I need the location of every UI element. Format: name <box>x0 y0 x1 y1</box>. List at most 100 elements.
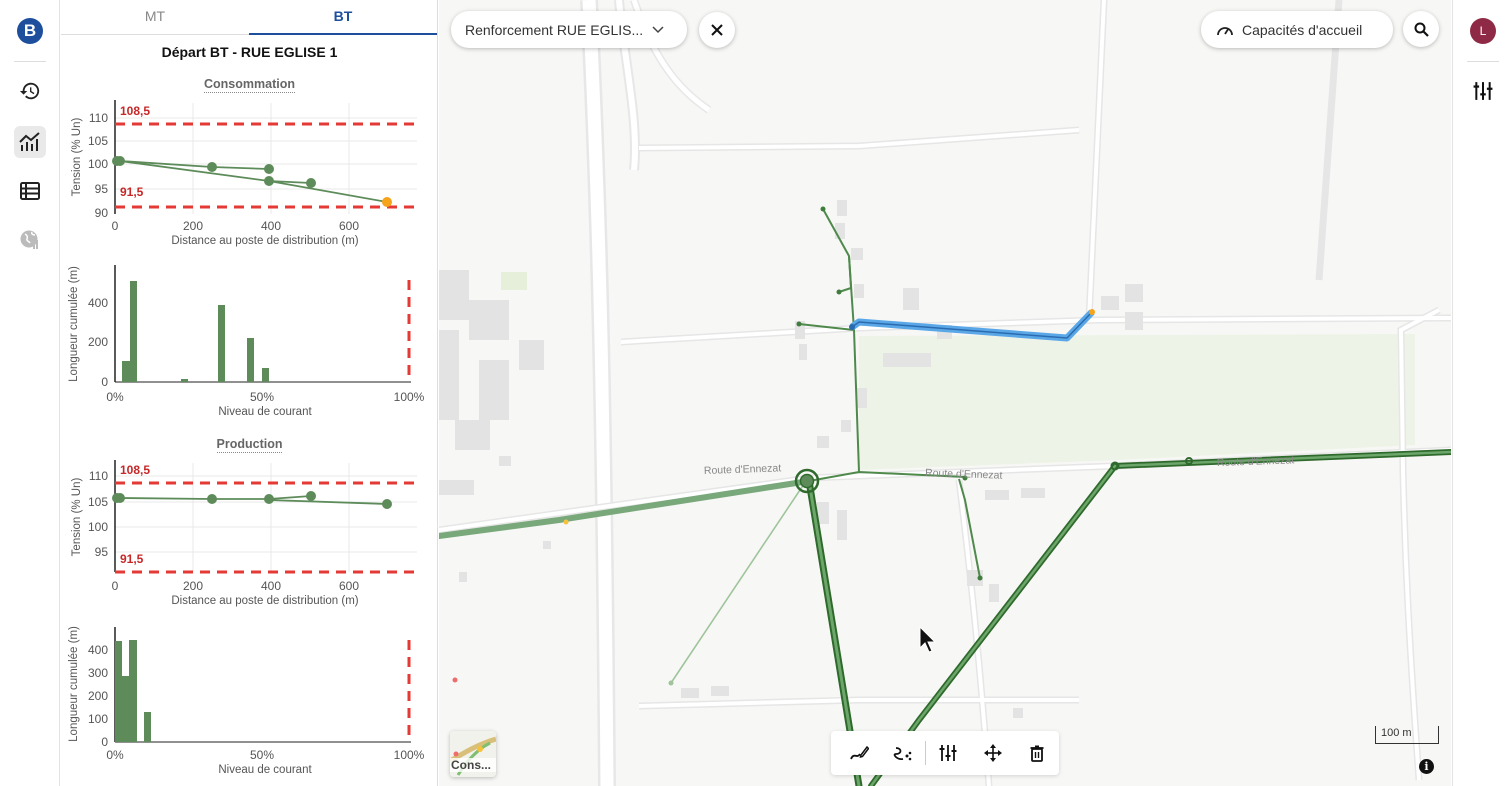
y-tick: 105 <box>88 495 108 509</box>
layer-switcher-button[interactable]: Cons... <box>450 731 496 777</box>
trash-icon <box>1030 745 1044 762</box>
y-tick: 200 <box>88 689 108 703</box>
y-tick: 300 <box>88 666 108 680</box>
settings-button[interactable] <box>926 735 970 771</box>
y-tick: 95 <box>95 545 109 559</box>
x-tick: 0 <box>112 219 119 233</box>
y-axis-label: Longueur cumulée (m) <box>68 626 80 742</box>
lower-limit-label: 91,5 <box>120 185 144 199</box>
x-tick: 0% <box>106 748 124 762</box>
split-line-icon <box>893 747 912 761</box>
tab-bt[interactable]: BT <box>249 0 437 35</box>
x-tick: 200 <box>183 579 203 593</box>
analysis-button[interactable] <box>14 126 46 158</box>
grid <box>115 103 417 214</box>
y-tick: 95 <box>95 182 109 196</box>
filters-button[interactable] <box>1467 75 1499 107</box>
production-current-chart: 400 300 200 100 0 0% 50% 100% Niveau de … <box>68 626 425 776</box>
x-tick: 0% <box>106 390 124 404</box>
y-tick: 100 <box>88 712 108 726</box>
x-axis-label: Niveau de courant <box>218 406 312 418</box>
x-tick: 0 <box>112 579 119 593</box>
y-tick: 0 <box>101 735 108 749</box>
edit-toolbar <box>831 731 1059 775</box>
app-logo[interactable]: B <box>17 18 43 44</box>
panel-title: Départ BT - RUE EGLISE 1 <box>161 44 338 60</box>
tab-mt[interactable]: MT <box>61 0 249 35</box>
upper-limit-label: 108,5 <box>120 104 150 118</box>
x-axis-label: Distance au poste de distribution (m) <box>171 235 358 247</box>
table-button[interactable] <box>14 175 46 207</box>
y-tick: 400 <box>88 296 108 310</box>
lower-limit-label: 91,5 <box>120 552 144 566</box>
x-tick: 50% <box>250 748 274 762</box>
move-icon <box>983 744 1002 762</box>
y-tick: 105 <box>88 134 108 148</box>
production-voltage-chart: 108,5 91,5 110 105 100 95 0 200 400 600 … <box>71 460 417 607</box>
x-tick: 200 <box>183 219 203 233</box>
capacity-button-label: Capacités d'accueil <box>1242 21 1363 38</box>
map-canvas[interactable]: Route d'Ennezat Route d'Ennezat Route d'… <box>439 0 1451 786</box>
map-view[interactable]: Route d'Ennezat Route d'Ennezat Route d'… <box>439 0 1451 786</box>
road-label: Route d'Ennezat <box>1217 454 1295 469</box>
analysis-panel: MT BT Départ BT - RUE EGLISE 1 Consommat… <box>61 0 438 786</box>
production-section-label: Production <box>216 437 283 453</box>
consumption-voltage-chart: 108,5 91,5 110 105 100 95 90 0 200 400 6… <box>71 100 417 247</box>
network-tabs: MT BT <box>61 0 438 35</box>
close-project-button[interactable] <box>699 12 735 48</box>
profile-lines <box>117 160 388 203</box>
y-axis-label: Tension (% Un) <box>71 478 83 557</box>
road-label: Route d'Ennezat <box>925 467 1003 482</box>
x-tick: 100% <box>394 390 425 404</box>
y-tick: 110 <box>89 111 108 125</box>
capacity-button[interactable]: Capacités d'accueil <box>1201 11 1393 48</box>
table-icon <box>20 182 40 200</box>
left-rail: B <box>0 0 60 786</box>
y-tick: 100 <box>88 157 108 171</box>
x-axis-label: Distance au poste de distribution (m) <box>171 595 358 607</box>
scale-bar: 100 m <box>1375 726 1439 744</box>
y-tick: 110 <box>89 469 108 483</box>
x-tick: 600 <box>339 219 359 233</box>
y-tick: 90 <box>95 206 109 220</box>
project-select[interactable]: Renforcement RUE EGLIS... <box>451 11 687 48</box>
sliders-icon <box>1473 82 1493 100</box>
consumption-section-label: Consommation <box>204 77 295 93</box>
small-green-patch <box>501 272 527 290</box>
production-section-title: Production <box>61 437 438 453</box>
highway <box>580 0 712 786</box>
project-select-value: Renforcement RUE EGLIS... <box>465 21 644 38</box>
info-icon[interactable]: i <box>1419 759 1434 774</box>
delete-button[interactable] <box>1015 735 1059 771</box>
y-tick: 400 <box>88 643 108 657</box>
x-axis-label: Niveau de courant <box>218 764 312 776</box>
y-tick: 200 <box>88 335 108 349</box>
y-tick: 0 <box>101 375 108 389</box>
green-field <box>859 334 1415 470</box>
consumption-current-chart: 400 200 0 0% 50% 100% Niveau de courant … <box>68 265 425 418</box>
upper-limit-label: 108,5 <box>120 463 150 477</box>
history-icon <box>19 82 40 100</box>
y-axis-label: Longueur cumulée (m) <box>68 266 80 382</box>
x-tick: 400 <box>261 579 281 593</box>
search-button[interactable] <box>1403 11 1439 47</box>
road-label: Route d'Ennezat <box>704 462 782 477</box>
close-icon <box>711 24 723 36</box>
rail-divider <box>1467 61 1499 62</box>
right-rail: L <box>1452 0 1512 786</box>
x-tick: 100% <box>394 748 425 762</box>
consumption-section-title: Consommation <box>61 77 438 93</box>
move-button[interactable] <box>971 735 1015 771</box>
globe-stats-button[interactable] <box>14 224 46 256</box>
y-axis-label: Tension (% Un) <box>71 118 83 197</box>
split-line-button[interactable] <box>881 735 925 771</box>
mouse-cursor <box>919 625 937 653</box>
avatar[interactable]: L <box>1470 18 1496 44</box>
rail-divider <box>14 61 46 62</box>
x-tick: 400 <box>261 219 281 233</box>
draw-line-button[interactable] <box>837 735 881 771</box>
gauge-icon <box>1217 26 1233 35</box>
chart-analysis-icon <box>19 132 40 151</box>
sliders-icon <box>939 745 957 761</box>
history-button[interactable] <box>14 75 46 107</box>
